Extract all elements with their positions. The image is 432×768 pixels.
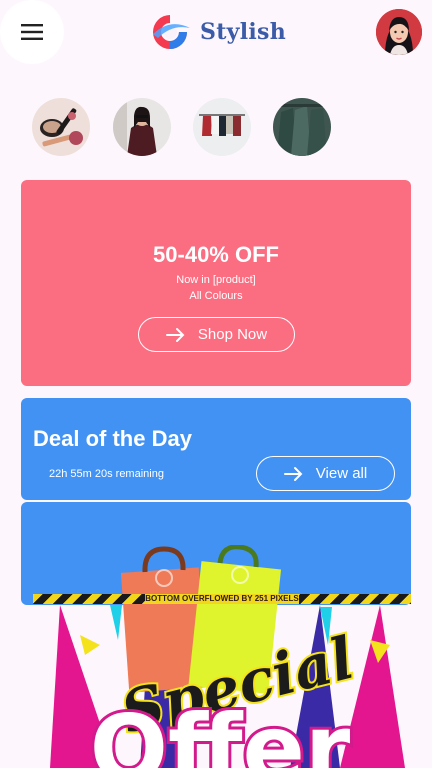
user-avatar[interactable] bbox=[376, 9, 422, 55]
special-offer-illustration: Special Offer bbox=[50, 545, 405, 768]
category-fashion-model[interactable] bbox=[113, 98, 171, 156]
brand-name: Stylish bbox=[200, 19, 287, 45]
special-offer-line2: Offer bbox=[90, 695, 351, 768]
shop-now-button[interactable]: Shop Now bbox=[138, 317, 295, 352]
category-shirts[interactable] bbox=[273, 98, 331, 156]
top-app-bar: Stylish bbox=[0, 0, 432, 64]
makeup-category-icon bbox=[32, 98, 90, 156]
brand-logo: Stylish bbox=[146, 12, 286, 52]
deal-countdown: 22h 55m 20s remaining bbox=[49, 468, 164, 480]
arrow-right-icon bbox=[165, 327, 185, 342]
view-all-button[interactable]: View all bbox=[256, 456, 395, 491]
hamburger-menu-icon bbox=[21, 24, 43, 40]
user-avatar-icon bbox=[376, 9, 422, 55]
category-clothes-rack[interactable] bbox=[193, 98, 251, 156]
overflow-warning-text: BOTTOM OVERFLOWED BY 251 PIXELS bbox=[145, 594, 299, 604]
clothes-rack-category-icon bbox=[193, 98, 251, 156]
arrow-right-icon bbox=[283, 466, 303, 481]
promo-subtitle: Now in [product] bbox=[176, 274, 256, 286]
shop-now-label: Shop Now bbox=[197, 326, 268, 343]
deal-title: Deal of the Day bbox=[33, 426, 192, 451]
category-makeup[interactable] bbox=[32, 98, 90, 156]
view-all-label: View all bbox=[315, 465, 368, 482]
promo-colours-text: All Colours bbox=[189, 290, 243, 302]
menu-button[interactable] bbox=[0, 0, 64, 64]
logo-swirl-icon bbox=[153, 15, 190, 49]
promo-title: 50-40% OFF bbox=[153, 242, 279, 267]
shirts-category-icon bbox=[273, 98, 331, 156]
deal-of-the-day-banner: Deal of the Day 22h 55m 20s remaining Vi… bbox=[21, 398, 411, 500]
category-strip bbox=[0, 98, 432, 158]
fashion-model-category-icon bbox=[113, 98, 171, 156]
promo-banner: 50-40% OFF Now in [product] All Colours … bbox=[21, 180, 411, 386]
